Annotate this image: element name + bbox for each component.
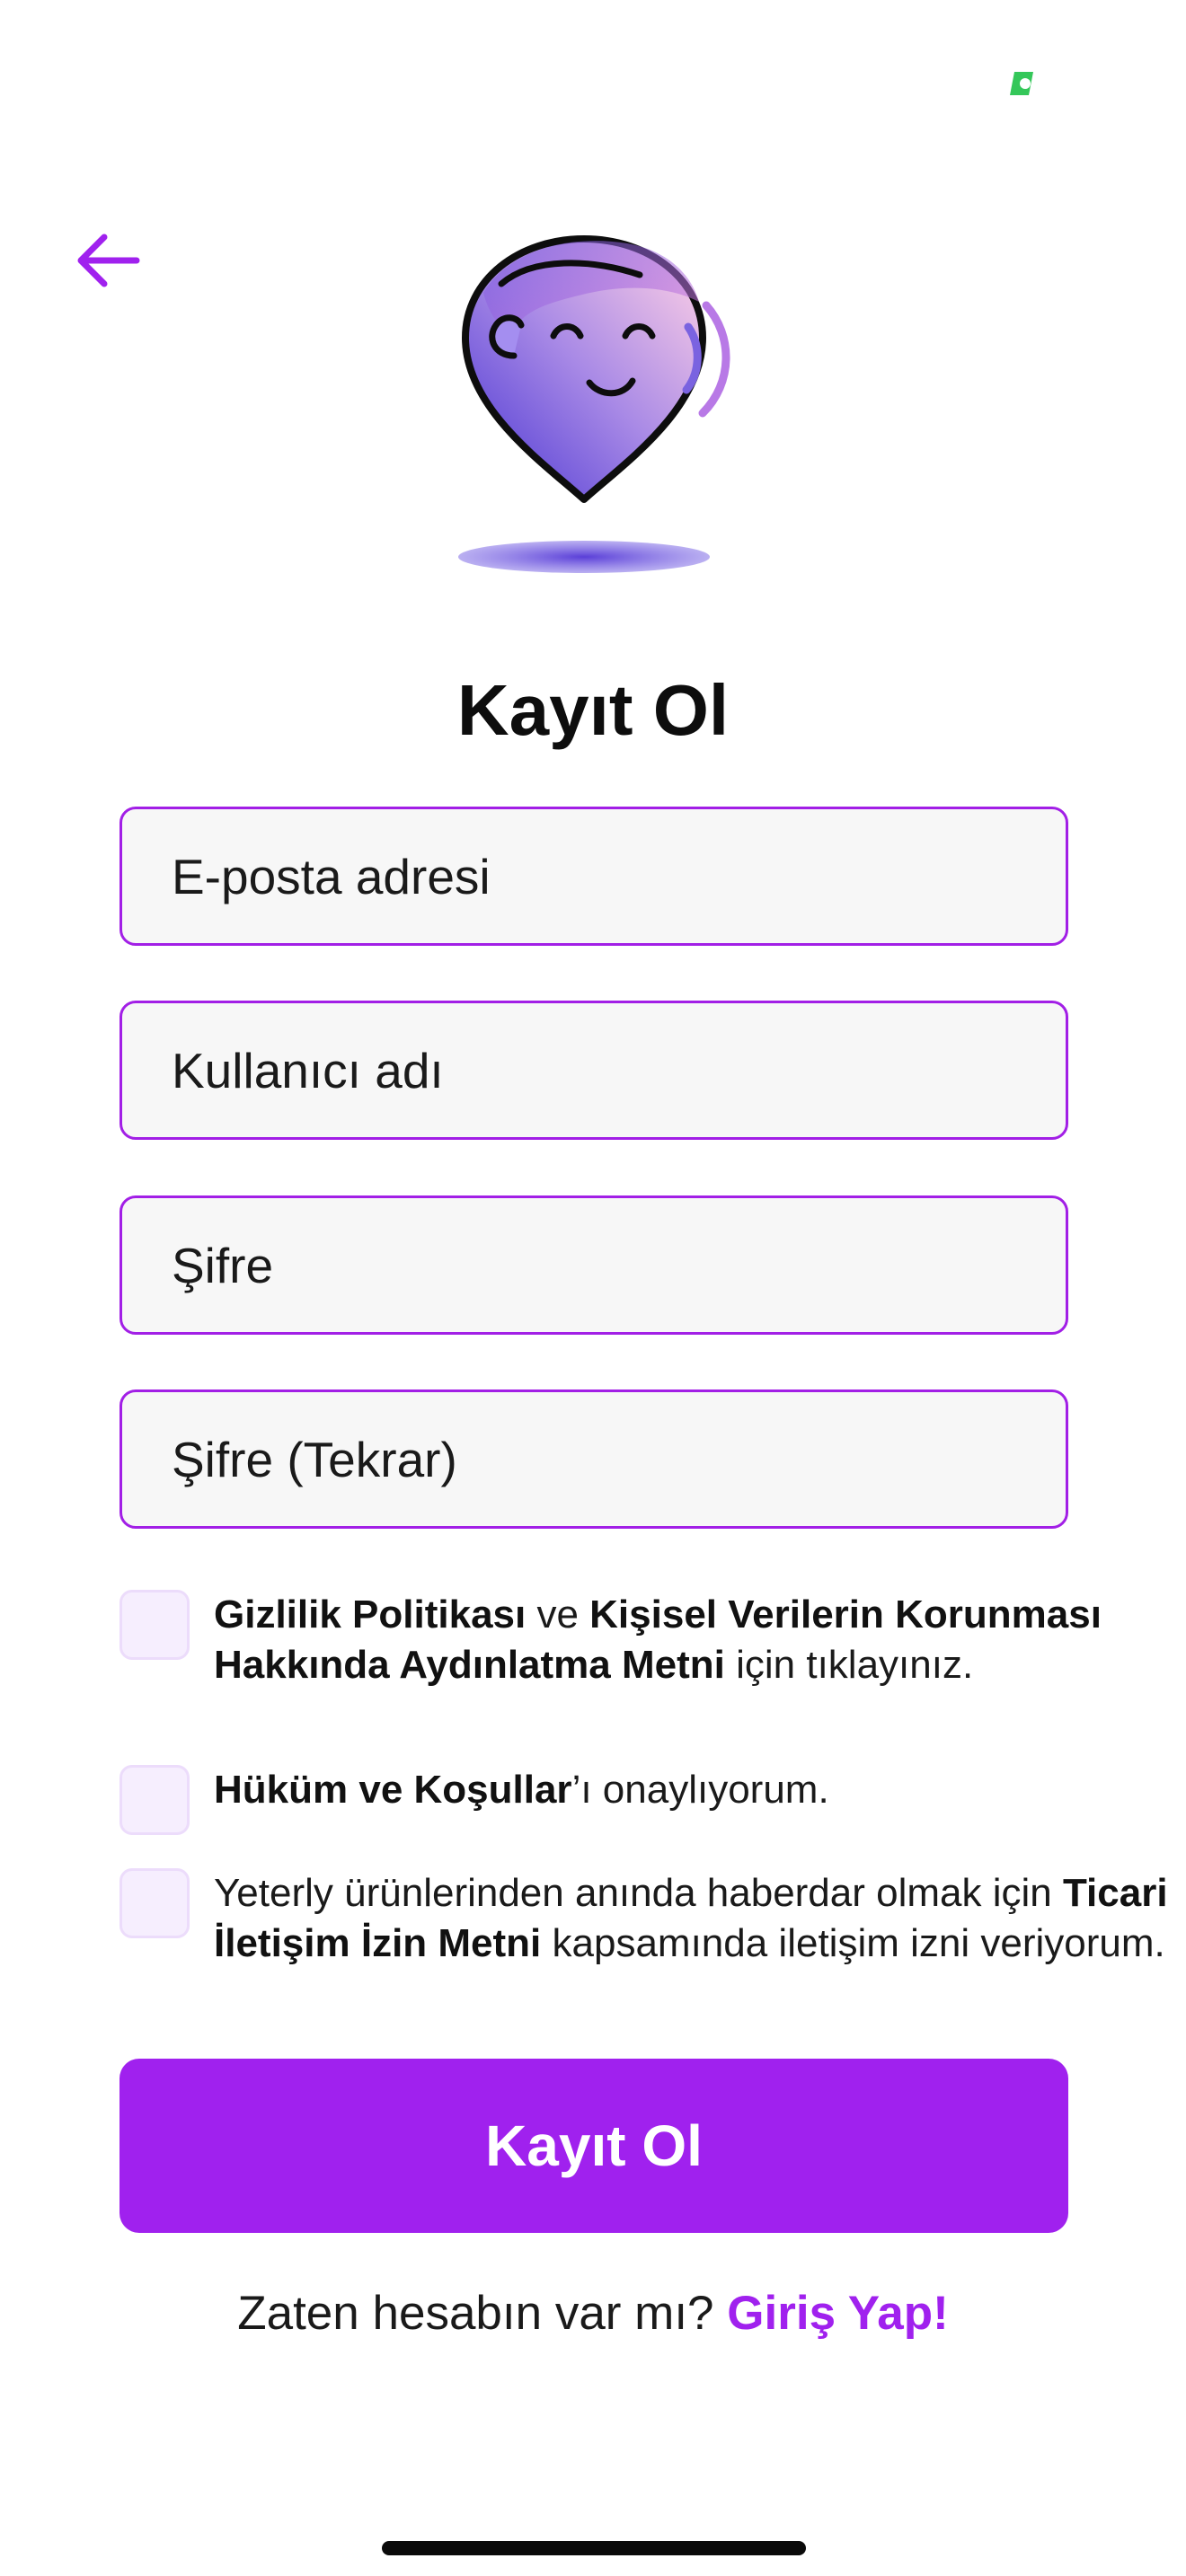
terms-consent-suffix: ’ı onaylıyorum. bbox=[571, 1768, 829, 1812]
password-field-container[interactable] bbox=[119, 1195, 1068, 1335]
privacy-consent-text[interactable]: Gizlilik Politikası ve Kişisel Verilerin… bbox=[214, 1590, 1186, 1690]
home-indicator bbox=[382, 2541, 806, 2555]
password-confirm-field-container[interactable] bbox=[119, 1389, 1068, 1529]
smiling-face-pin-icon bbox=[458, 235, 730, 573]
login-prompt: Zaten hesabın var mı? Giriş Yap! bbox=[0, 2286, 1186, 2341]
status-indicator-icon bbox=[1008, 70, 1035, 97]
email-field-container[interactable] bbox=[119, 807, 1068, 946]
page-title: Kayıt Ol bbox=[456, 670, 730, 750]
marketing-consent-checkbox[interactable] bbox=[119, 1868, 190, 1938]
password-field[interactable] bbox=[172, 1236, 1066, 1294]
terms-consent-checkbox[interactable] bbox=[119, 1765, 190, 1835]
password-confirm-field[interactable] bbox=[172, 1430, 1066, 1488]
username-field-container[interactable] bbox=[119, 1001, 1068, 1140]
privacy-consent-connector: ve bbox=[526, 1592, 590, 1636]
signup-screen: Kayıt Ol Gizlilik Politikası ve Kişisel … bbox=[0, 0, 1186, 2576]
username-field[interactable] bbox=[172, 1041, 1066, 1099]
terms-consent-text[interactable]: Hüküm ve Koşullar’ı onaylıyorum. bbox=[214, 1765, 1186, 1815]
login-prompt-text: Zaten hesabın var mı? bbox=[237, 2287, 714, 2340]
signup-button[interactable]: Kayıt Ol bbox=[119, 2059, 1068, 2233]
email-field[interactable] bbox=[172, 847, 1066, 905]
terms-link[interactable]: Hüküm ve Koşullar bbox=[214, 1768, 572, 1812]
mascot-logo bbox=[447, 230, 753, 580]
arrow-left-icon bbox=[77, 234, 140, 287]
login-link[interactable]: Giriş Yap! bbox=[727, 2287, 948, 2340]
privacy-consent-suffix: için tıklayınız. bbox=[724, 1643, 974, 1687]
marketing-consent-suffix: kapsamında iletişim izni veriyorum. bbox=[541, 1921, 1165, 1965]
marketing-consent-text[interactable]: Yeterly ürünlerinden anında haberdar olm… bbox=[214, 1868, 1186, 1969]
privacy-policy-link[interactable]: Gizlilik Politikası bbox=[214, 1592, 526, 1636]
marketing-consent-prefix: Yeterly ürünlerinden anında haberdar olm… bbox=[214, 1871, 1063, 1915]
back-button[interactable] bbox=[72, 225, 144, 296]
privacy-consent-checkbox[interactable] bbox=[119, 1590, 190, 1660]
